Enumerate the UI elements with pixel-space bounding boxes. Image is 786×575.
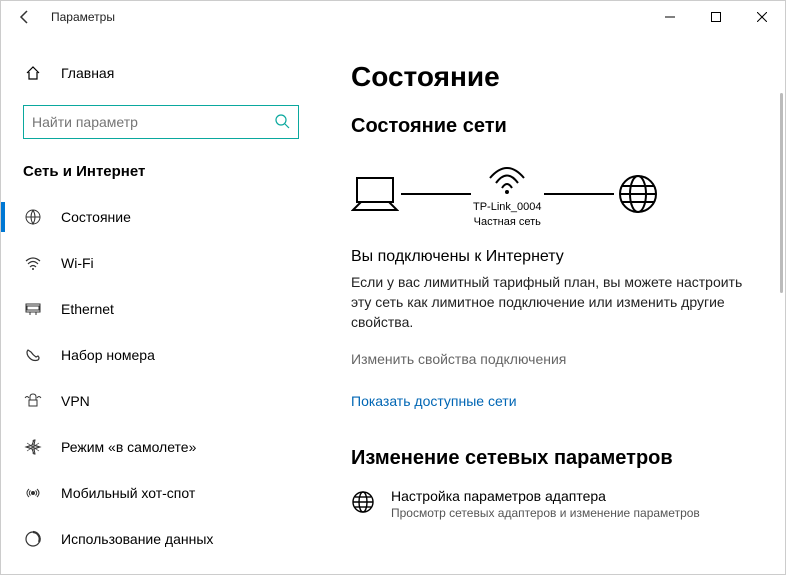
sidebar-item-airplane[interactable]: Режим «в самолете» bbox=[1, 424, 321, 470]
sidebar-category: Сеть и Интернет bbox=[1, 157, 321, 194]
network-diagram: TP-Link_0004 Частная сеть bbox=[351, 158, 755, 230]
status-icon bbox=[23, 208, 43, 226]
sidebar-item-wifi[interactable]: Wi-Fi bbox=[1, 240, 321, 286]
home-label: Главная bbox=[61, 65, 114, 81]
nav-label: Мобильный хот-спот bbox=[61, 485, 195, 501]
sidebar-item-vpn[interactable]: VPN bbox=[1, 378, 321, 424]
connection-name: TP-Link_0004 bbox=[473, 200, 542, 215]
sidebar-item-hotspot[interactable]: Мобильный хот-спот bbox=[1, 470, 321, 516]
globe-icon bbox=[616, 172, 660, 216]
adapter-title: Настройка параметров адаптера bbox=[391, 488, 700, 504]
adapter-icon bbox=[351, 488, 375, 517]
titlebar: Параметры bbox=[1, 1, 785, 33]
minimize-button[interactable] bbox=[647, 1, 693, 33]
back-button[interactable] bbox=[11, 3, 39, 31]
change-connection-properties-link[interactable]: Изменить свойства подключения bbox=[351, 351, 755, 367]
window-title: Параметры bbox=[51, 10, 115, 24]
connected-body: Если у вас лимитный тарифный план, вы мо… bbox=[351, 272, 751, 333]
home-link[interactable]: Главная bbox=[1, 53, 321, 93]
connected-title: Вы подключены к Интернету bbox=[351, 248, 755, 266]
nav-label: VPN bbox=[61, 393, 90, 409]
close-button[interactable] bbox=[739, 1, 785, 33]
close-icon bbox=[757, 12, 767, 22]
main-content: Состояние Состояние сети bbox=[321, 33, 785, 574]
nav-label: Ethernet bbox=[61, 301, 114, 317]
adapter-settings-item[interactable]: Настройка параметров адаптера Просмотр с… bbox=[351, 488, 755, 520]
sidebar-item-ethernet[interactable]: Ethernet bbox=[1, 286, 321, 332]
search-icon bbox=[274, 113, 290, 132]
search-box[interactable] bbox=[23, 105, 299, 139]
nav-label: Использование данных bbox=[61, 531, 213, 547]
airplane-icon bbox=[23, 438, 43, 456]
sidebar-item-dialup[interactable]: Набор номера bbox=[1, 332, 321, 378]
search-input[interactable] bbox=[32, 114, 274, 130]
ethernet-icon bbox=[23, 300, 43, 318]
nav-label: Состояние bbox=[61, 209, 131, 225]
wifi-icon bbox=[23, 254, 43, 272]
hotspot-icon bbox=[23, 484, 43, 502]
show-available-networks-link[interactable]: Показать доступные сети bbox=[351, 393, 755, 409]
home-icon bbox=[23, 65, 43, 81]
diagram-line bbox=[401, 193, 471, 195]
nav-label: Набор номера bbox=[61, 347, 155, 363]
nav-label: Wi-Fi bbox=[61, 255, 94, 271]
vpn-icon bbox=[23, 392, 43, 410]
connection-type: Частная сеть bbox=[473, 215, 542, 230]
maximize-icon bbox=[711, 12, 721, 22]
arrow-left-icon bbox=[17, 9, 33, 25]
wifi-signal-icon bbox=[486, 158, 528, 198]
data-usage-icon bbox=[23, 530, 43, 548]
adapter-subtitle: Просмотр сетевых адаптеров и изменение п… bbox=[391, 506, 700, 520]
diagram-line bbox=[544, 193, 614, 195]
dialup-icon bbox=[23, 346, 43, 364]
page-title: Состояние bbox=[351, 61, 755, 93]
sidebar-item-datausage[interactable]: Использование данных bbox=[1, 516, 321, 562]
nav-label: Режим «в самолете» bbox=[61, 439, 196, 455]
sidebar-item-status[interactable]: Состояние bbox=[1, 194, 321, 240]
sidebar: Главная Сеть и Интернет Состояние bbox=[1, 33, 321, 574]
computer-icon bbox=[351, 174, 399, 214]
scrollbar[interactable] bbox=[780, 93, 783, 293]
minimize-icon bbox=[665, 12, 675, 22]
maximize-button[interactable] bbox=[693, 1, 739, 33]
section-change-settings: Изменение сетевых параметров bbox=[351, 447, 755, 470]
section-network-status: Состояние сети bbox=[351, 115, 755, 138]
